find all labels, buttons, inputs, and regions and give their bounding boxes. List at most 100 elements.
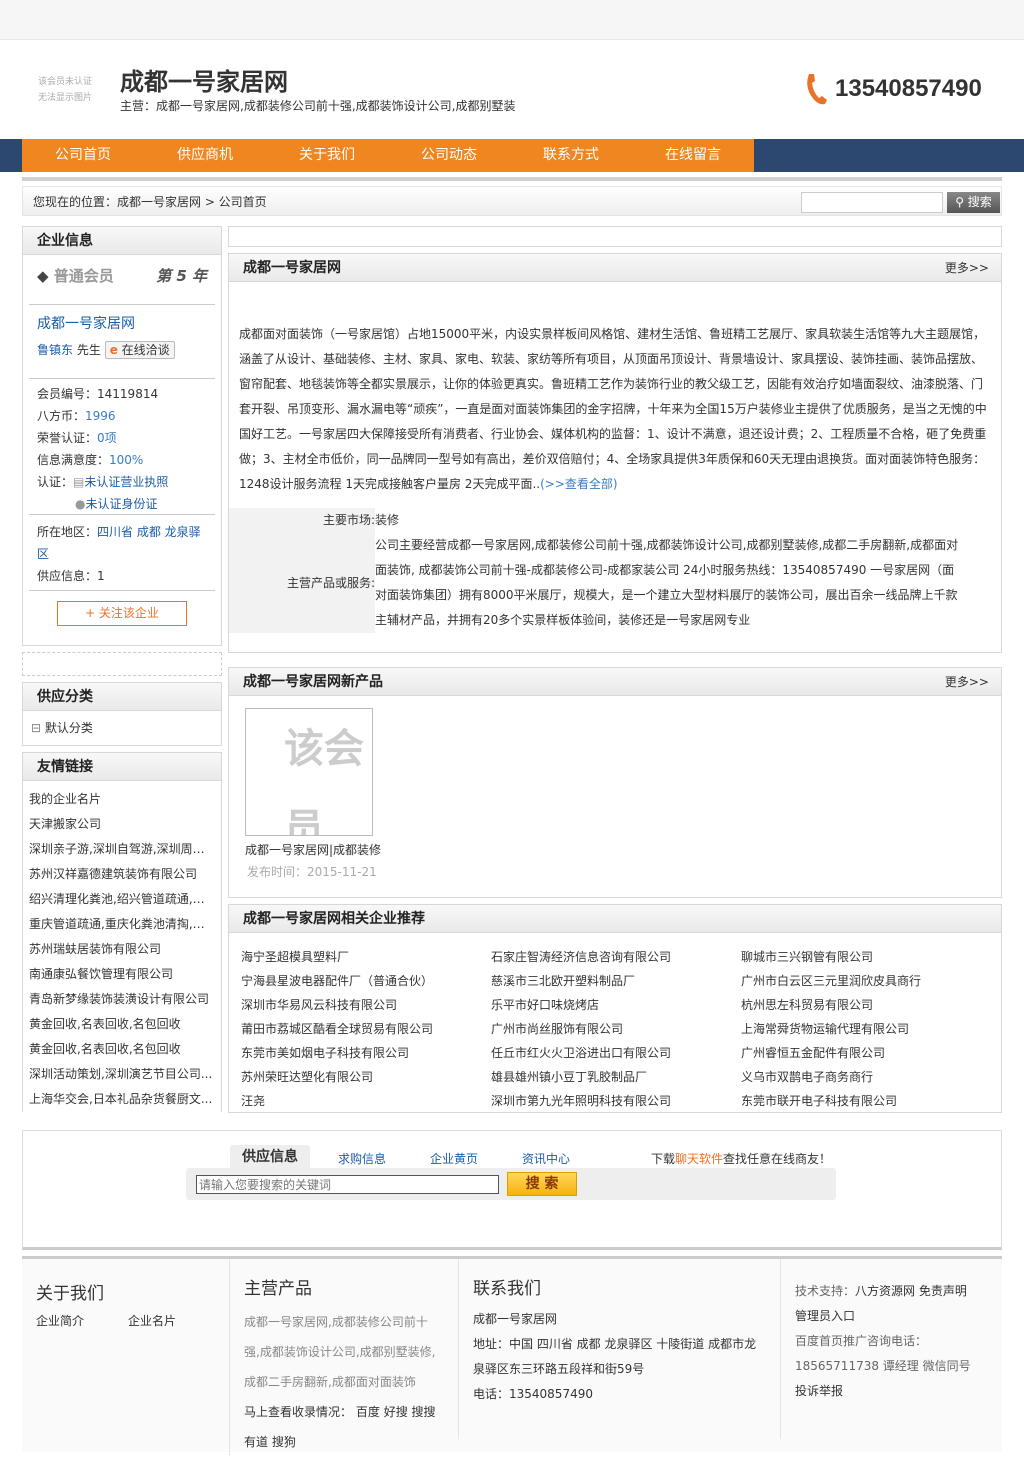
links-list: 我的企业名片 天津搬家公司 深圳亲子游,深圳自驾游,深圳周边... 苏州汉祥嘉德建筑装… bbox=[23, 781, 221, 1118]
recommend-link[interactable]: 雄县雄州镇小豆丁乳胶制品厂 bbox=[491, 1065, 741, 1089]
label: 技术支持： bbox=[795, 1284, 856, 1298]
recommend-link[interactable]: 上海常舜货物运输代理有限公司 bbox=[741, 1017, 991, 1041]
friend-link[interactable]: 重庆管道疏通,重庆化粪池清掏,重... bbox=[29, 912, 215, 937]
label: 主营产品或服务: bbox=[229, 533, 375, 633]
footer-contact: 联系我们 成都一号家居网 地址：中国 四川省 成都 龙泉驿区 十陵街道 成都市龙泉驿… bbox=[458, 1259, 780, 1439]
panel-title: 企业信息 bbox=[23, 227, 221, 255]
recommend-link[interactable]: 苏州荣旺达塑化有限公司 bbox=[241, 1065, 491, 1089]
nav-news[interactable]: 公司动态 bbox=[388, 139, 510, 172]
view-all-link[interactable]: (>>查看全部) bbox=[540, 477, 617, 491]
phone-icon bbox=[807, 74, 827, 105]
friend-link[interactable]: 黄金回收,名表回收,名包回收 bbox=[29, 1012, 215, 1037]
tab-buy[interactable]: 求购信息 bbox=[338, 1150, 386, 1167]
chat-button[interactable]: e 在线洽谈 bbox=[104, 341, 175, 359]
footer-products-text: 成都一号家居网,成都装修公司前十强,成都装饰设计公司,成都别墅装修,成都二手房翻… bbox=[244, 1315, 436, 1389]
site-search-button[interactable]: ⚲ 搜索 bbox=[947, 192, 1000, 213]
footer-heading: 主营产品 bbox=[244, 1279, 312, 1299]
panel-title: 成都一号家居网新产品 bbox=[243, 674, 383, 690]
recommend-link[interactable]: 广州睿恒五金配件有限公司 bbox=[741, 1041, 991, 1065]
follow-button[interactable]: + 关注该企业 bbox=[57, 601, 187, 626]
product-image[interactable]: 该会员 无法 bbox=[245, 708, 373, 836]
friend-link[interactable]: 天津搬家公司 bbox=[29, 812, 215, 837]
nav-contact[interactable]: 联系方式 bbox=[510, 139, 632, 172]
panel-title: 成都一号家居网相关企业推荐 bbox=[229, 905, 1001, 933]
friend-link[interactable]: 深圳亲子游,深圳自驾游,深圳周边... bbox=[29, 837, 215, 862]
friend-link[interactable]: 我的企业名片 bbox=[29, 787, 215, 812]
friend-link[interactable]: 南通康弘餐饮管理有限公司 bbox=[29, 962, 215, 987]
more-link[interactable]: 更多>> bbox=[945, 668, 989, 696]
friend-link[interactable]: 苏州瑞蚨居装饰有限公司 bbox=[29, 937, 215, 962]
footer-tel: 电话：13540857490 bbox=[473, 1387, 593, 1401]
top-band bbox=[0, 0, 1024, 40]
new-products-panel: 成都一号家居网新产品 更多>> 该会员 无法 成都一号家居网|成都装修 发布时间：… bbox=[228, 667, 1002, 898]
keyword-search-button[interactable]: 搜 索 bbox=[507, 1172, 577, 1196]
promo-text: 下载聊天软件查找任意在线商友！ bbox=[651, 1150, 831, 1167]
recommend-link[interactable]: 乐平市好口味烧烤店 bbox=[491, 993, 741, 1017]
recommend-link[interactable]: 宁海县星波电器配件厂（普通合伙） bbox=[241, 969, 491, 993]
satisfaction-value: 100% bbox=[109, 453, 144, 467]
cert-id-link[interactable]: 未认证身份证 bbox=[85, 497, 157, 511]
friend-link[interactable]: 深圳活动策划,深圳演艺节目公司... bbox=[29, 1062, 215, 1087]
product-date: 发布时间：2015-11-21 bbox=[247, 865, 377, 879]
recommend-link[interactable]: 东莞市美如烟电子科技有限公司 bbox=[241, 1041, 491, 1065]
recommend-link[interactable]: 深圳市第九光年照明科技有限公司 bbox=[491, 1089, 741, 1113]
tab-yellowpages[interactable]: 企业黄页 bbox=[430, 1150, 478, 1167]
recommend-link[interactable]: 杭州思左科贸易有限公司 bbox=[741, 993, 991, 1017]
recommend-link[interactable]: 石家庄智涛经济信息咨询有限公司 bbox=[491, 945, 741, 969]
company-link[interactable]: 成都一号家居网 bbox=[37, 313, 207, 335]
recommend-link[interactable]: 海宁圣超模具塑料厂 bbox=[241, 945, 491, 969]
recommend-link[interactable]: 莆田市荔城区酷看全球贸易有限公司 bbox=[241, 1017, 491, 1041]
support-link[interactable]: 八方资源网 bbox=[855, 1284, 915, 1298]
recommend-link[interactable]: 聊城市三兴钢管有限公司 bbox=[741, 945, 991, 969]
recommend-link[interactable]: 深圳市华易风云科技有限公司 bbox=[241, 993, 491, 1017]
tab-supply[interactable]: 供应信息 bbox=[230, 1145, 310, 1169]
member-level: ◆ 普通会员 第 5 年 bbox=[29, 255, 215, 305]
cert-license-link[interactable]: 未认证营业执照 bbox=[84, 475, 168, 489]
label: 供应信息： bbox=[37, 569, 98, 583]
more-link[interactable]: 更多>> bbox=[945, 254, 989, 282]
recommend-link[interactable]: 广州市尚丝服饰有限公司 bbox=[491, 1017, 741, 1041]
nav-home[interactable]: 公司首页 bbox=[22, 139, 144, 172]
footer-about: 关于我们 企业简介 企业名片 bbox=[22, 1259, 227, 1439]
product-name[interactable]: 成都一号家居网|成都装修 bbox=[245, 840, 1001, 860]
engine-link[interactable]: 有道 bbox=[244, 1435, 268, 1449]
recommend-link[interactable]: 广州市白云区三元里润欣皮具商行 bbox=[741, 969, 991, 993]
links-panel: 友情链接 我的企业名片 天津搬家公司 深圳亲子游,深圳自驾游,深圳周边... 苏州汉祥… bbox=[22, 752, 222, 1112]
category-item[interactable]: ⊟ 默认分类 bbox=[23, 711, 221, 745]
friend-link[interactable]: 黄金回收,名表回收,名包回收 bbox=[29, 1037, 215, 1062]
footer-link-card[interactable]: 企业名片 bbox=[128, 1314, 176, 1328]
engine-link[interactable]: 搜搜 bbox=[412, 1405, 436, 1419]
nav-message[interactable]: 在线留言 bbox=[632, 139, 754, 172]
chat-software-link[interactable]: 聊天软件 bbox=[675, 1152, 723, 1166]
recommend-link[interactable]: 慈溪市三北欧开塑料制品厂 bbox=[491, 969, 741, 993]
friend-link[interactable]: 苏州汉祥嘉德建筑装饰有限公司 bbox=[29, 862, 215, 887]
nav-supply[interactable]: 供应商机 bbox=[144, 139, 266, 172]
engine-link[interactable]: 百度 bbox=[356, 1405, 380, 1419]
engine-link[interactable]: 搜狗 bbox=[272, 1435, 296, 1449]
report-link[interactable]: 投诉举报 bbox=[795, 1379, 988, 1404]
recommend-list: 海宁圣超模具塑料厂 石家庄智涛经济信息咨询有限公司 聊城市三兴钢管有限公司宁海县星波… bbox=[229, 933, 1001, 1113]
honor-value[interactable]: 0项 bbox=[97, 431, 117, 445]
label: 所在地区： bbox=[37, 525, 98, 539]
friend-link[interactable]: 绍兴清理化粪池,绍兴管道疏通,绍... bbox=[29, 887, 215, 912]
friend-link[interactable]: 上海华交会,日本礼品杂货餐厨文... bbox=[29, 1087, 215, 1112]
nav-about[interactable]: 关于我们 bbox=[266, 139, 388, 172]
site-search-input[interactable] bbox=[801, 192, 943, 213]
recommend-link[interactable]: 义乌市双鹊电子商务商行 bbox=[741, 1065, 991, 1089]
keyword-input[interactable] bbox=[196, 1175, 499, 1194]
coin-value[interactable]: 1996 bbox=[85, 409, 116, 423]
tab-news[interactable]: 资讯中心 bbox=[522, 1150, 570, 1167]
recommend-link[interactable]: 任丘市红火火卫浴进出口有限公司 bbox=[491, 1041, 741, 1065]
admin-link[interactable]: 管理员入口 bbox=[795, 1304, 988, 1329]
disclaimer-link[interactable]: 免责声明 bbox=[919, 1284, 967, 1298]
label: 主要市场: bbox=[229, 508, 375, 533]
footer-link-intro[interactable]: 企业简介 bbox=[36, 1314, 84, 1328]
promo-post: 查找任意在线商友！ bbox=[723, 1152, 832, 1166]
recommend-link[interactable]: 汪尧 bbox=[241, 1089, 491, 1113]
engine-link[interactable]: 好搜 bbox=[384, 1405, 408, 1419]
friend-link[interactable]: 青岛新梦缘装饰装潢设计有限公司 bbox=[29, 987, 215, 1012]
recommend-link[interactable]: 东莞市联开电子科技有限公司 bbox=[741, 1089, 991, 1113]
label: 马上查看收录情况： bbox=[244, 1405, 353, 1419]
products-value: 公司主要经营成都一号家居网,成都装修公司前十强,成都装饰设计公司,成都别墅装修,… bbox=[375, 538, 959, 627]
contact-name[interactable]: 鲁镇东 bbox=[37, 343, 73, 357]
